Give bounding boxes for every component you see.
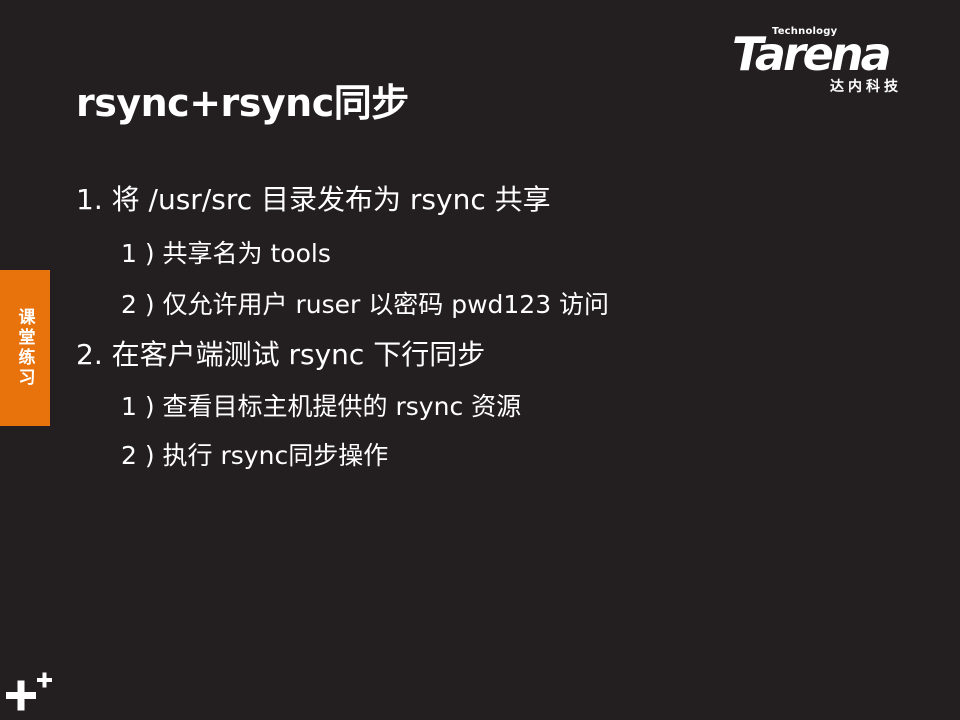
list-item-1: 1. 将 /usr/src 目录发布为 rsync 共享 xyxy=(76,183,551,216)
list-subitem-2-2: 2 ) 执行 rsync同步操作 xyxy=(121,441,389,470)
list-subitem-2-1: 1 ) 查看目标主机提供的 rsync 资源 xyxy=(121,392,522,421)
slide: Technology Tarena 达内科技 rsync+rsync同步 课堂练… xyxy=(0,0,960,720)
side-tab: 课堂练习 xyxy=(0,270,50,426)
list-subitem-1-1: 1 ) 共享名为 tools xyxy=(121,239,331,268)
slide-title: rsync+rsync同步 xyxy=(76,81,409,125)
logo-chinese-name: 达内科技 xyxy=(830,79,902,95)
list-subitem-1-2: 2 ) 仅允许用户 ruser 以密码 pwd123 访问 xyxy=(121,290,610,319)
side-tab-label: 课堂练习 xyxy=(14,308,35,388)
list-item-2: 2. 在客户端测试 rsync 下行同步 xyxy=(76,338,486,371)
logo-wordmark: Tarena xyxy=(732,27,892,81)
plus-icon xyxy=(6,672,52,711)
tarena-logo: Technology Tarena 达内科技 xyxy=(732,22,932,102)
